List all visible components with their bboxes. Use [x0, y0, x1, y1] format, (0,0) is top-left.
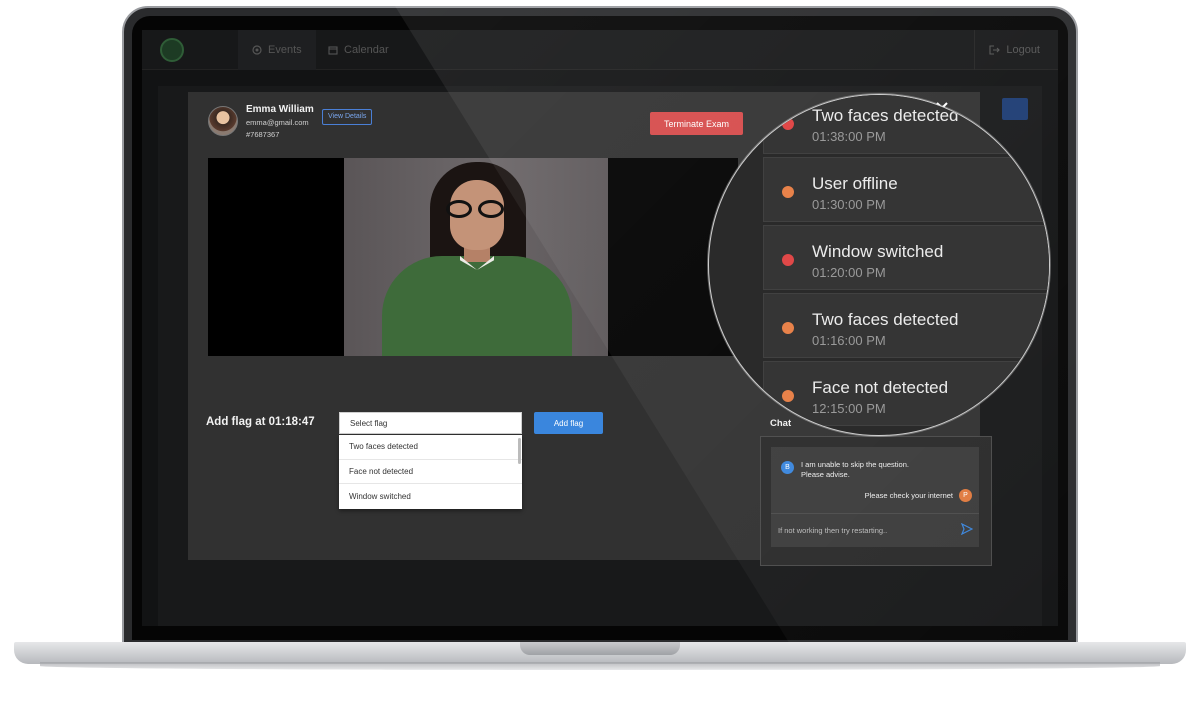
event-time: 01:20:00 PM — [812, 265, 886, 280]
chat-avatar-student: B — [781, 461, 794, 474]
event-time: 01:38:00 PM — [812, 129, 886, 144]
logout-icon — [989, 45, 1001, 55]
dropdown-scrollbar[interactable] — [518, 438, 521, 464]
event-title: Two faces detected — [812, 310, 959, 329]
event-title: Window switched — [812, 242, 944, 261]
chat-message: Please check your internet — [864, 491, 953, 500]
severity-dot — [782, 254, 794, 266]
chat-panel: B I am unable to skip the question. Plea… — [760, 436, 992, 566]
event-item[interactable]: Two faces detected 01:38:00 PM — [763, 95, 1049, 154]
tab-calendar-label: Calendar — [344, 44, 389, 56]
flag-option[interactable]: Window switched — [339, 484, 522, 509]
event-magnifier: Two faces detected 01:38:00 PM User offl… — [708, 94, 1050, 436]
video-feed — [208, 158, 738, 356]
flag-select[interactable]: Select flag — [339, 412, 522, 434]
user-email: emma@gmail.com — [246, 118, 309, 127]
chat-input[interactable]: If not working then try restarting.. — [778, 526, 887, 535]
severity-dot — [782, 390, 794, 402]
candidate-photo — [344, 158, 608, 356]
flag-option[interactable]: Two faces detected — [339, 435, 522, 460]
event-title: User offline — [812, 174, 898, 193]
event-title: Face not detected — [812, 378, 949, 397]
event-time: 01:30:00 PM — [812, 197, 886, 212]
user-name: Emma William — [246, 104, 314, 115]
flag-dropdown: Two faces detected Face not detected Win… — [339, 435, 522, 509]
app-logo — [160, 38, 184, 62]
logout-button[interactable]: Logout — [974, 30, 1040, 70]
calendar-icon — [328, 46, 338, 55]
event-item[interactable]: Window switched 01:20:00 PM — [763, 225, 1049, 290]
chat-divider — [771, 513, 979, 514]
event-title: Two faces detected — [812, 106, 959, 125]
event-list: Two faces detected 01:38:00 PM User offl… — [763, 95, 1049, 429]
tab-events-label: Events — [268, 44, 302, 56]
user-id: #7687367 — [246, 130, 280, 139]
laptop-notch — [520, 642, 680, 655]
tab-calendar[interactable]: Calendar — [314, 30, 403, 70]
top-navigation: Events Calendar Logout — [142, 30, 1058, 70]
add-flag-button[interactable]: Add flag — [534, 412, 603, 434]
severity-dot — [782, 118, 794, 130]
event-time: 01:16:00 PM — [812, 333, 886, 348]
severity-dot — [782, 322, 794, 334]
event-item[interactable]: User offline 01:30:00 PM — [763, 157, 1049, 222]
circle-dot-icon — [252, 45, 262, 55]
add-flag-label: Add flag at 01:18:47 — [206, 416, 315, 428]
tab-events[interactable]: Events — [238, 30, 316, 70]
logout-label: Logout — [1006, 44, 1040, 56]
event-time: 12:15:00 PM — [812, 401, 886, 416]
terminate-exam-button[interactable]: Terminate Exam — [650, 112, 743, 135]
chat-message: I am unable to skip the question. Please… — [801, 460, 909, 479]
user-avatar — [208, 106, 238, 136]
send-icon[interactable] — [961, 523, 973, 535]
chat-thread: B I am unable to skip the question. Plea… — [771, 447, 979, 547]
laptop-foot — [40, 662, 1160, 670]
flag-option[interactable]: Face not detected — [339, 460, 522, 484]
view-details-button[interactable]: View Details — [322, 109, 373, 125]
severity-dot — [782, 186, 794, 198]
event-item[interactable]: Face not detected 12:15:00 PM — [763, 361, 1049, 426]
event-item[interactable]: Two faces detected 01:16:00 PM — [763, 293, 1049, 358]
chat-avatar-proctor: P — [959, 489, 972, 502]
flag-select-placeholder: Select flag — [350, 418, 388, 428]
